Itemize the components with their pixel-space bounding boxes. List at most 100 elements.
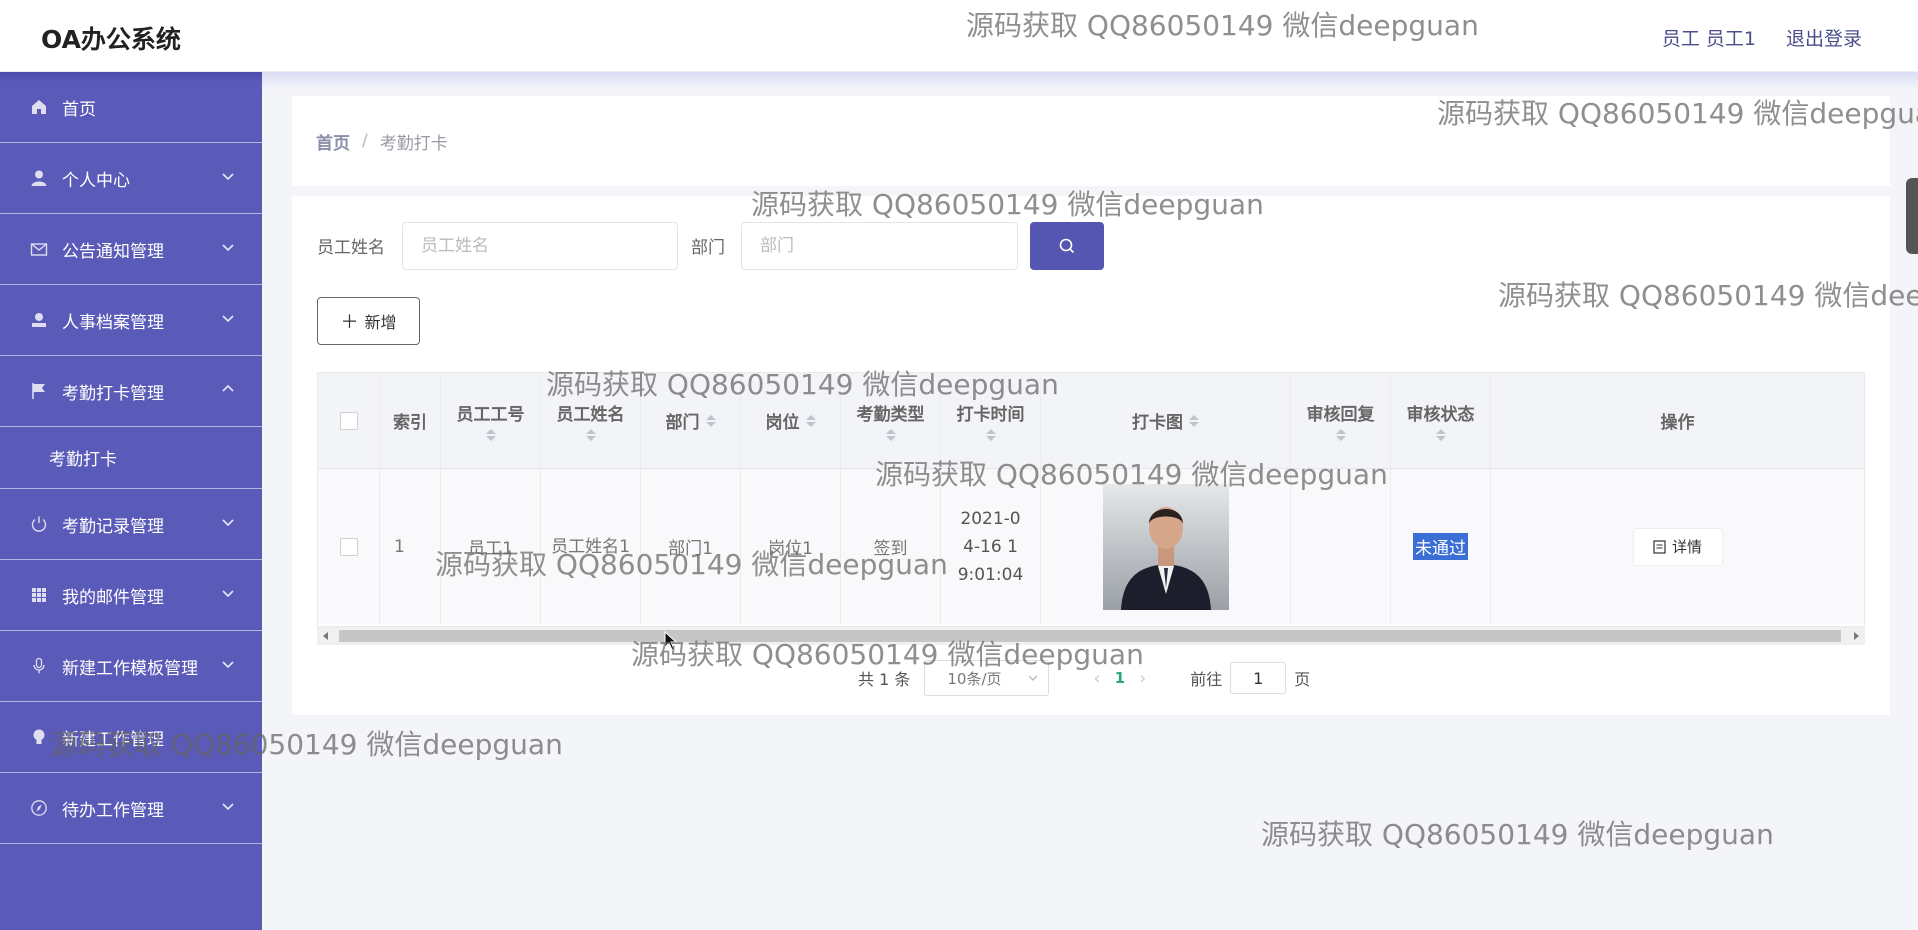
select-all-cell — [318, 373, 380, 468]
flag-icon — [28, 380, 50, 402]
name-label: 员工姓名 — [317, 238, 385, 258]
sort-icon[interactable] — [805, 414, 816, 427]
grid-icon — [28, 584, 50, 606]
table-header: 索引 员工工号 员工姓名 部门 岗位 考勤类型 打卡时间 打卡图 审核回复 审核… — [318, 373, 1864, 469]
sidebar-item-label: 考勤记录管理 — [62, 516, 164, 537]
user-card-icon — [28, 309, 50, 331]
cell-emp-name: 员工姓名1 — [541, 469, 641, 624]
col-emp-no-label: 员工工号 — [456, 405, 525, 425]
sidebar-item-records[interactable]: 考勤记录管理 — [0, 489, 262, 560]
watermark: 源码获取 QQ86050149 微信deepguan — [1261, 818, 1774, 851]
col-photo[interactable]: 打卡图 — [1041, 373, 1291, 468]
col-emp-no[interactable]: 员工工号 — [441, 373, 541, 468]
sidebar-item-mail[interactable]: 我的邮件管理 — [0, 560, 262, 631]
home-icon — [28, 96, 50, 118]
col-post-label: 岗位 — [765, 413, 800, 433]
col-index: 索引 — [380, 373, 441, 468]
scroll-thumb[interactable] — [339, 630, 1841, 642]
goto-page-input[interactable] — [1230, 662, 1287, 694]
page-number[interactable]: 1 — [1115, 669, 1125, 687]
chevron-down-icon — [222, 803, 234, 811]
sidebar-item-todo[interactable]: 待办工作管理 — [0, 773, 262, 844]
col-emp-name[interactable]: 员工姓名 — [541, 373, 641, 468]
sidebar-item-home[interactable]: 首页 — [0, 72, 262, 143]
sidebar-item-label: 新建工作模板管理 — [62, 658, 198, 679]
sidebar-item-label: 新建工作管理 — [62, 729, 164, 750]
sidebar-item-label: 考勤打卡管理 — [62, 383, 164, 404]
sidebar-item-work-template[interactable]: 新建工作模板管理 — [0, 631, 262, 702]
add-button[interactable]: ＋ 新增 — [317, 297, 420, 345]
clock-in-photo[interactable] — [1102, 483, 1229, 610]
col-status[interactable]: 审核状态 — [1391, 373, 1491, 468]
sort-icon[interactable] — [705, 414, 716, 427]
chevron-up-icon — [222, 384, 234, 392]
col-actions-label: 操作 — [1660, 413, 1695, 433]
col-status-label: 审核状态 — [1406, 405, 1475, 425]
compass-icon — [28, 797, 50, 819]
breadcrumb-home[interactable]: 首页 — [316, 129, 350, 154]
scroll-right-icon[interactable] — [1854, 632, 1859, 640]
breadcrumb-current: 考勤打卡 — [379, 133, 448, 154]
chevron-down-icon — [1028, 675, 1038, 681]
mic-icon — [28, 655, 50, 677]
sort-icon[interactable] — [585, 429, 596, 441]
employee-name-input[interactable] — [402, 222, 678, 270]
sort-icon[interactable] — [1189, 414, 1199, 427]
page-size-select[interactable]: 10条/页 — [924, 660, 1050, 696]
sidebar-item-profile[interactable]: 个人中心 — [0, 143, 262, 214]
add-button-label: 新增 — [364, 313, 397, 332]
row-checkbox[interactable] — [339, 537, 358, 556]
current-user[interactable]: 员工 员工1 — [1662, 24, 1756, 51]
chevron-down-icon — [222, 244, 234, 252]
chevron-down-icon — [222, 590, 234, 598]
logout-link[interactable]: 退出登录 — [1786, 24, 1862, 51]
status-badge: 未通过 — [1413, 533, 1468, 560]
col-type[interactable]: 考勤类型 — [841, 373, 941, 468]
scroll-left-icon[interactable] — [323, 632, 328, 640]
cell-type: 签到 — [841, 469, 941, 624]
header-shadow — [262, 72, 1918, 90]
col-reply[interactable]: 审核回复 — [1291, 373, 1391, 468]
sort-icon[interactable] — [1335, 429, 1346, 441]
select-all-checkbox[interactable] — [339, 411, 358, 430]
search-button[interactable] — [1030, 222, 1104, 270]
next-page-icon[interactable]: › — [1139, 668, 1146, 689]
detail-button-label: 详情 — [1671, 538, 1702, 556]
row-select-cell — [318, 469, 380, 624]
sidebar-item-hr[interactable]: 人事档案管理 — [0, 285, 262, 356]
side-handle[interactable] — [1906, 178, 1918, 254]
col-post[interactable]: 岗位 — [741, 373, 841, 468]
prev-page-icon[interactable]: ‹ — [1093, 668, 1100, 689]
chevron-down-icon — [222, 519, 234, 527]
sort-icon[interactable] — [1435, 429, 1446, 441]
header-right: 员工 员工1 退出登录 — [1662, 24, 1862, 51]
sidebar-item-label: 待办工作管理 — [62, 800, 164, 821]
bulb-icon — [28, 726, 50, 748]
sort-icon[interactable] — [985, 429, 996, 441]
sidebar-item-label: 个人中心 — [62, 170, 130, 191]
sort-icon[interactable] — [485, 429, 496, 441]
page-suffix: 页 — [1294, 670, 1311, 689]
col-dept[interactable]: 部门 — [641, 373, 741, 468]
detail-button[interactable]: 详情 — [1632, 527, 1723, 566]
col-dept-label: 部门 — [665, 413, 700, 433]
cell-dept: 部门1 — [641, 469, 741, 624]
sidebar-item-new-work[interactable]: 新建工作管理 — [0, 702, 262, 773]
sort-icon[interactable] — [885, 429, 896, 441]
sidebar-item-notice[interactable]: 公告通知管理 — [0, 214, 262, 285]
sidebar-item-attendance[interactable]: 考勤打卡管理 — [0, 356, 262, 427]
horizontal-scrollbar[interactable] — [317, 627, 1865, 645]
col-time[interactable]: 打卡时间 — [941, 373, 1041, 468]
col-index-label: 索引 — [393, 413, 427, 433]
department-input[interactable] — [741, 222, 1018, 270]
cell-status: 未通过 — [1391, 469, 1491, 624]
cell-emp-no: 员工1 — [441, 469, 541, 624]
goto-label: 前往 — [1190, 670, 1223, 689]
sidebar-subitem-clock-in[interactable]: 考勤打卡 — [0, 427, 262, 489]
breadcrumb: 首页 / 考勤打卡 — [292, 96, 1890, 186]
user-icon — [28, 167, 50, 189]
col-time-label: 打卡时间 — [956, 405, 1025, 425]
mail-icon — [28, 238, 50, 260]
page-size-value: 10条/页 — [947, 669, 1002, 688]
chevron-down-icon — [222, 661, 234, 669]
